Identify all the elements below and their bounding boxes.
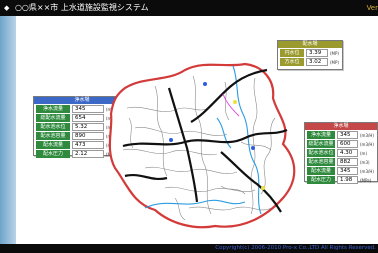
row-level-1: 円水位 3.39 (MP) xyxy=(280,49,340,57)
row-value: 600 xyxy=(337,140,358,148)
row-value: 3.39 xyxy=(306,49,328,57)
diamond-icon: ◆ xyxy=(4,4,10,12)
row-label: 総配水流量 xyxy=(307,140,335,148)
row-label: 配水池水位 xyxy=(307,149,335,157)
yellow-facility-marker[interactable] xyxy=(233,100,237,104)
copyright-text: Copyright(c) 2006-2010 Pro-x Co.,LTD All… xyxy=(215,245,376,251)
row-label: 配水圧力 xyxy=(36,150,70,158)
row-purified-flow: 浄水流量345(m3/H) xyxy=(307,131,375,139)
row-unit: (MPa) xyxy=(360,177,372,183)
left-decoration-bar xyxy=(0,16,16,244)
row-unit: (m3/H) xyxy=(360,168,374,174)
row-unit: (MP) xyxy=(330,59,339,65)
row-label: 配水流量 xyxy=(36,141,70,149)
row-label: 配水圧力 xyxy=(307,176,335,184)
blue-facility-marker[interactable] xyxy=(203,82,207,86)
row-label: 配水流量 xyxy=(307,167,335,175)
row-value: 5.32 xyxy=(72,123,104,131)
title-bar: ◆ ○○県××市 上水道施設監視システム Ver xyxy=(0,0,378,16)
row-label: 総配水流量 xyxy=(36,114,70,122)
row-label: 浄水流量 xyxy=(36,105,70,113)
row-distribution-pressure: 配水圧力 1.98 (MPa) xyxy=(307,176,375,184)
row-value: 345 xyxy=(337,167,358,175)
row-total-distribution-flow: 総配水流量 600 (m3/H) xyxy=(307,140,375,148)
row-value: 882 xyxy=(337,158,358,166)
yellow-facility-marker[interactable] xyxy=(261,186,265,190)
panel-header: 浄水場 xyxy=(305,123,377,130)
row-value: 345 xyxy=(337,131,358,139)
row-label: 配水池容量 xyxy=(36,132,70,140)
page-title: ○○県××市 上水道施設監視システム xyxy=(14,3,149,12)
footer-bar: Copyright(c) 2006-2010 Pro-x Co.,LTD All… xyxy=(0,244,378,253)
row-value: 3.02 xyxy=(306,58,328,66)
panel-header: 配水場 xyxy=(278,41,342,48)
row-value: 4.30 xyxy=(337,149,358,157)
row-reservoir-capacity: 配水池容量 882 (m3) xyxy=(307,158,375,166)
row-label: 配水池水位 xyxy=(36,123,70,131)
row-value: 1.98 xyxy=(337,176,358,184)
row-unit: (m3/H) xyxy=(360,141,374,147)
row-unit: (m) xyxy=(360,150,368,156)
row-value: 2.12 xyxy=(72,150,104,158)
row-unit: (m3/H) xyxy=(360,132,374,138)
row-value: 473 xyxy=(72,141,104,149)
row-unit: (MP) xyxy=(330,50,339,56)
row-distribution-flow: 配水流量 345 (m3/H) xyxy=(307,167,375,175)
water-network-map[interactable] xyxy=(105,58,305,232)
row-label: 浄水流量 xyxy=(307,131,335,139)
row-value: 345 xyxy=(72,105,104,113)
row-label: 円水位 xyxy=(280,49,304,57)
blue-facility-marker[interactable] xyxy=(251,146,255,150)
row-value: 890 xyxy=(72,132,104,140)
panel-right-purification-plant: 浄水場 浄水流量 345 (m3/H) 総配水流量 600 (m3/H) 配水池水位 4.… xyxy=(304,122,378,184)
row-value: 654 xyxy=(72,114,104,122)
row-reservoir-level: 配水池水位 4.30 (m) xyxy=(307,149,375,157)
row-label: 配水池容量 xyxy=(307,158,335,166)
version-label: Ver xyxy=(366,4,378,12)
row-unit: (m3) xyxy=(360,159,370,165)
blue-facility-marker[interactable] xyxy=(169,138,173,142)
